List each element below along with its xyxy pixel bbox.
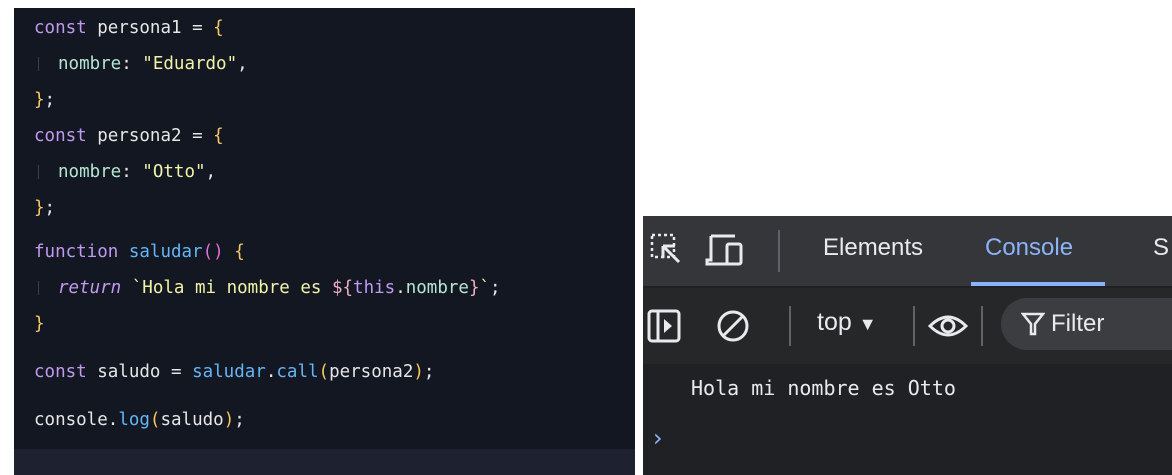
device-toolbar-icon[interactable] <box>705 232 745 273</box>
inspect-element-icon[interactable] <box>649 232 683 273</box>
filter-label: Filter <box>1051 310 1105 337</box>
context-selector-value: top <box>817 308 852 336</box>
live-expression-eye-icon[interactable] <box>927 310 969 347</box>
filter-input[interactable]: Filter <box>1001 298 1172 350</box>
clear-console-icon[interactable] <box>715 308 751 349</box>
tab-elements[interactable]: Elements <box>823 234 923 262</box>
console-toolbar: top ▼ Filter <box>643 288 1172 364</box>
code-line-7: function saludar() { <box>34 242 245 262</box>
tab-sources[interactable]: S <box>1153 234 1169 262</box>
tab-console[interactable]: Console <box>985 234 1073 262</box>
devtools-panel: Elements Console S top ▼ Filter Hola mi … <box>643 216 1172 475</box>
code-line-10: const saludo = saludar.call(persona2); <box>34 362 435 382</box>
active-tab-indicator <box>971 282 1105 286</box>
toolbar-divider <box>913 306 915 346</box>
code-line-4: const persona2 = { <box>34 126 224 146</box>
tab-divider <box>778 230 780 272</box>
console-prompt-icon[interactable]: › <box>653 424 663 452</box>
code-line-3: }; <box>34 90 56 110</box>
code-line-8: return `Hola mi nombre es ${this.nombre}… <box>34 270 501 306</box>
chevron-down-icon: ▼ <box>858 314 877 334</box>
console-log-message: Hola mi nombre es Otto <box>691 376 956 400</box>
filter-icon <box>1020 311 1046 342</box>
devtools-tab-bar: Elements Console S <box>643 216 1172 286</box>
code-line-9: } <box>34 314 45 334</box>
sidebar-toggle-icon[interactable] <box>647 308 683 349</box>
toolbar-divider <box>789 306 791 346</box>
toolbar-divider <box>981 306 983 346</box>
editor-footer <box>14 449 635 475</box>
code-line-6: }; <box>34 198 56 218</box>
code-line-11: console.log(saludo); <box>34 410 245 430</box>
code-line-2: nombre: "Eduardo", <box>34 46 248 82</box>
code-line-1: const persona1 = { <box>34 18 224 38</box>
code-line-5: nombre: "Otto", <box>34 154 216 190</box>
context-selector[interactable]: top ▼ <box>817 308 877 337</box>
code-editor[interactable]: const persona1 = { nombre: "Eduardo", };… <box>14 8 635 475</box>
